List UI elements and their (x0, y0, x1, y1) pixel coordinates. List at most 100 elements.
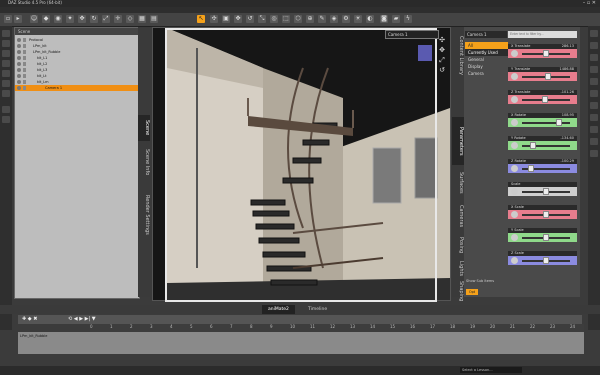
universal-tool-icon[interactable]: ✣ (210, 15, 218, 23)
tab-posing[interactable]: Posing (452, 233, 464, 257)
node-icon[interactable]: ◇ (126, 15, 134, 23)
save-icon[interactable] (2, 60, 10, 67)
slider-handle[interactable] (542, 96, 549, 103)
prop-add-icon[interactable] (2, 116, 10, 123)
orbit-icon[interactable]: ✣ (438, 36, 446, 44)
pane-icon-10[interactable] (590, 138, 598, 145)
light-icon[interactable]: ✦ (66, 15, 74, 23)
dial-icon[interactable] (511, 234, 518, 241)
category-general[interactable]: General (465, 56, 508, 63)
edit-icon[interactable]: ✎ (318, 15, 326, 23)
viewport-camera-select[interactable]: Camera 1 (385, 30, 439, 39)
tab-render-settings[interactable]: Render Settings (138, 183, 150, 247)
view-cube-icon[interactable] (418, 45, 432, 61)
undo-icon[interactable] (2, 80, 10, 87)
slider-handle[interactable] (530, 142, 537, 149)
parameter-slider[interactable] (508, 210, 577, 219)
redo-icon[interactable] (2, 90, 10, 97)
slider-handle[interactable] (543, 257, 549, 264)
keyframe-tools[interactable]: ✚ ◆ ✖ (22, 316, 37, 322)
active-pose-icon[interactable]: ↖ (197, 15, 205, 23)
slider-track[interactable] (522, 122, 570, 124)
geom-edit-icon[interactable]: ◈ (330, 15, 338, 23)
view-icon[interactable]: ◐ (366, 15, 374, 23)
lock-icon[interactable] (23, 68, 26, 72)
tab-scene-info[interactable]: Scene Info (138, 143, 150, 181)
parameter-x-scale[interactable]: X Scale (508, 205, 577, 220)
visibility-icon[interactable] (17, 68, 21, 72)
node-select-icon[interactable]: ⬡ (294, 15, 302, 23)
new-scene-icon[interactable] (2, 30, 10, 37)
slider-handle[interactable] (543, 211, 549, 218)
visibility-icon[interactable] (17, 86, 21, 90)
tab-scene[interactable]: Scene (138, 115, 150, 141)
node-select[interactable]: Camera 1 (465, 31, 507, 38)
transform-icon[interactable]: ✥ (78, 15, 86, 23)
open-scene-icon[interactable] (2, 40, 10, 47)
parameter-slider[interactable] (508, 118, 577, 127)
visibility-icon[interactable] (17, 56, 21, 60)
parameter-slider[interactable] (508, 72, 577, 81)
joint-editor-icon[interactable]: ⊕ (306, 15, 314, 23)
parameter-x-rotate[interactable]: X Rotate 108.95 (508, 113, 577, 128)
rotate-tool-icon[interactable]: ↺ (246, 15, 254, 23)
parameter-z-translate[interactable]: Z Translate -101.26 (508, 90, 577, 105)
slider-handle[interactable] (543, 188, 549, 195)
dial-icon[interactable] (511, 165, 518, 172)
tab-lights[interactable]: Lights (452, 259, 464, 279)
parameter-slider[interactable] (508, 49, 577, 58)
parameter-y-scale[interactable]: Y Scale (508, 228, 577, 243)
timeline-ruler[interactable]: 0 1 2 3 4 5 6 7 8 9 10 11 12 13 14 15 16 17 18 19 20 21 22 23 24 (90, 324, 584, 332)
pane-icon-2[interactable] (590, 42, 598, 49)
pane-icon-3[interactable] (590, 54, 598, 61)
tab-cameras[interactable]: Cameras (452, 201, 464, 231)
dolly-icon[interactable]: ↺ (438, 66, 446, 74)
visibility-icon[interactable] (17, 62, 21, 66)
dial-icon[interactable] (511, 50, 518, 57)
visibility-icon[interactable] (17, 80, 21, 84)
lock-icon[interactable] (23, 80, 26, 84)
pan-icon[interactable]: ✥ (438, 46, 446, 54)
parameter-y-translate[interactable]: Y Translate 1486.88 (508, 67, 577, 82)
category-camera[interactable]: Camera (465, 70, 508, 77)
pane-icon-4[interactable] (590, 66, 598, 73)
lightning-icon[interactable]: ϟ (404, 15, 412, 23)
camera-tool-icon[interactable]: ◉ (54, 15, 62, 23)
parameter-slider[interactable] (508, 256, 577, 265)
parameter-z-rotate[interactable]: Z Rotate -100.29 (508, 159, 577, 174)
dial-icon[interactable] (511, 73, 518, 80)
parameter-y-rotate[interactable]: Y Rotate -134.60 (508, 136, 577, 151)
zoom-icon[interactable]: ⤢ (438, 56, 446, 64)
dial-icon[interactable] (511, 188, 518, 195)
lock-icon[interactable] (23, 50, 26, 54)
lesson-select[interactable]: Select a Lesson... (460, 367, 522, 373)
geometry-icon[interactable]: ▤ (150, 15, 158, 23)
lock-icon[interactable] (23, 44, 26, 48)
tab-content-library[interactable]: Content Library (452, 29, 464, 81)
visibility-icon[interactable] (17, 38, 21, 42)
scale-tool-icon[interactable]: ⤡ (258, 15, 266, 23)
dial-icon[interactable] (511, 257, 518, 264)
dial-icon[interactable] (511, 119, 518, 126)
parameter-x-translate[interactable]: X Translate 286.13 (508, 44, 577, 59)
dial-icon[interactable] (511, 211, 518, 218)
surface-icon[interactable]: ▦ (138, 15, 146, 23)
parameter-slider[interactable] (508, 141, 577, 150)
figure-icon[interactable]: ☺ (30, 15, 38, 23)
render-settings-icon[interactable]: ▰ (392, 15, 400, 23)
save-as-icon[interactable] (2, 70, 10, 77)
filter-input[interactable] (508, 31, 577, 38)
category-all[interactable]: All (465, 42, 508, 49)
pane-icon-8[interactable] (590, 114, 598, 121)
dial-icon[interactable] (511, 96, 518, 103)
playback-controls[interactable]: ⟲ ◀ ▶ ▶| ▼ (68, 316, 96, 322)
pane-icon-1[interactable] (590, 30, 598, 37)
open-icon[interactable]: ▸ (14, 15, 22, 23)
parameter-slider[interactable] (508, 233, 577, 242)
parameter-slider[interactable] (508, 187, 577, 196)
merge-icon[interactable] (2, 50, 10, 57)
lock-icon[interactable] (23, 74, 26, 78)
surface-select-icon[interactable]: ⬚ (282, 15, 290, 23)
lock-icon[interactable] (23, 86, 26, 90)
spot-render-icon[interactable]: ◎ (270, 15, 278, 23)
